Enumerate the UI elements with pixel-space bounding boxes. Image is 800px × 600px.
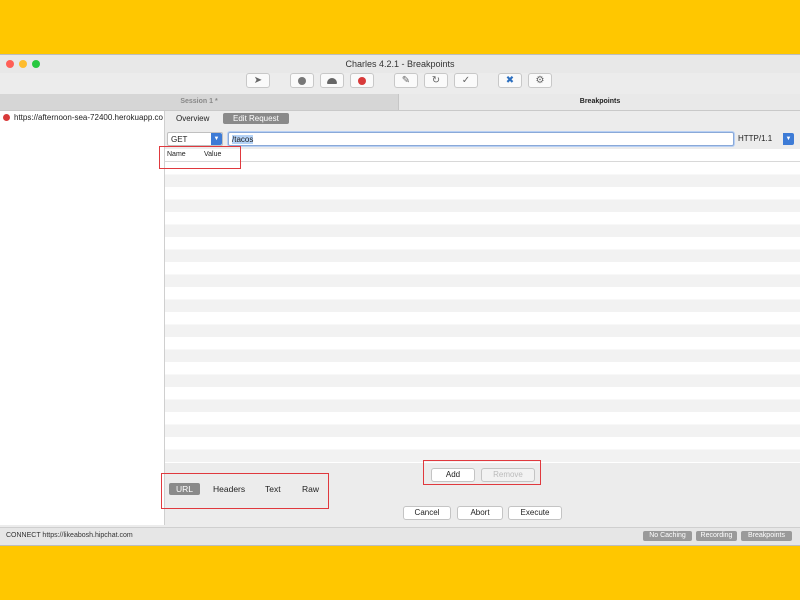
record-icon (298, 76, 306, 85)
abort-button[interactable]: Abort (457, 506, 503, 520)
protocol-select[interactable]: HTTP/1.1 ▼ (738, 132, 794, 146)
turtle-icon (327, 77, 337, 84)
sidebar-item-label: https://afternoon-sea-72400.herokuapp.co… (14, 113, 163, 122)
table-header: Name Value (165, 149, 800, 162)
add-button[interactable]: Add (431, 468, 475, 482)
window-title: Charles 4.2.1 - Breakpoints (345, 59, 455, 69)
request-sidebar: https://afternoon-sea-72400.herokuapp.co… (0, 111, 165, 525)
sidebar-item-request[interactable]: https://afternoon-sea-72400.herokuapp.co… (3, 113, 163, 122)
no-caching-toggle[interactable]: No Caching (643, 531, 692, 541)
tab-headers[interactable]: Headers (206, 483, 252, 495)
record-button[interactable] (290, 73, 314, 88)
tab-breakpoints[interactable]: Breakpoints (398, 94, 800, 110)
chevron-down-icon: ▼ (211, 133, 222, 145)
breakpoints-toggle[interactable]: Breakpoints (741, 531, 792, 541)
method-value: GET (171, 135, 188, 144)
tools-icon: ✖ (505, 74, 515, 86)
breakpoint-button[interactable] (350, 73, 374, 88)
throttle-button[interactable] (320, 73, 344, 88)
settings-button[interactable]: ⚙ (528, 73, 552, 88)
path-input[interactable]: /tacos (228, 132, 734, 146)
tab-raw[interactable]: Raw (295, 483, 326, 495)
app-window: Charles 4.2.1 - Breakpoints ➤ ✎ ↻ ✓ ✖ ⚙ … (0, 54, 800, 546)
toolbar: ➤ ✎ ↻ ✓ ✖ ⚙ (0, 73, 800, 93)
refresh-icon: ↻ (431, 74, 441, 86)
path-value: /tacos (232, 135, 254, 144)
compose-button[interactable]: ✎ (394, 73, 418, 88)
breakpoint-icon (358, 76, 366, 85)
tools-button[interactable]: ✖ (498, 73, 522, 88)
tab-session[interactable]: Session 1 * (0, 94, 398, 110)
status-bar: CONNECT https://likeabosh.hipchat.com No… (0, 527, 800, 545)
chevron-down-icon: ▼ (783, 133, 794, 145)
settings-icon: ⚙ (535, 74, 545, 86)
validate-button[interactable]: ✓ (454, 73, 478, 88)
broom-icon: ➤ (253, 74, 263, 86)
column-header-name[interactable]: Name (167, 149, 186, 161)
repeat-button[interactable]: ↻ (424, 73, 448, 88)
column-header-value[interactable]: Value (204, 149, 221, 161)
tab-url[interactable]: URL (169, 483, 201, 495)
breakpoint-icon (3, 114, 10, 121)
execute-button[interactable]: Execute (508, 506, 562, 520)
cancel-button[interactable]: Cancel (403, 506, 451, 520)
query-params-table: Name Value (165, 149, 800, 463)
pen-icon: ✎ (401, 74, 411, 86)
tab-overview[interactable]: Overview (176, 113, 209, 124)
tab-text[interactable]: Text (258, 483, 288, 495)
table-rows[interactable] (165, 162, 800, 463)
protocol-value: HTTP/1.1 (738, 134, 773, 143)
checkmark-icon: ✓ (461, 74, 471, 86)
title-bar: Charles 4.2.1 - Breakpoints (0, 55, 800, 73)
broom-button[interactable]: ➤ (246, 73, 270, 88)
document-tabs: Session 1 * Breakpoints (0, 94, 800, 111)
tab-edit-request[interactable]: Edit Request (223, 113, 289, 124)
method-select[interactable]: GET ▼ (167, 132, 223, 146)
status-message: CONNECT https://likeabosh.hipchat.com (6, 532, 133, 539)
remove-button[interactable]: Remove (481, 468, 535, 482)
recording-toggle[interactable]: Recording (696, 531, 737, 541)
